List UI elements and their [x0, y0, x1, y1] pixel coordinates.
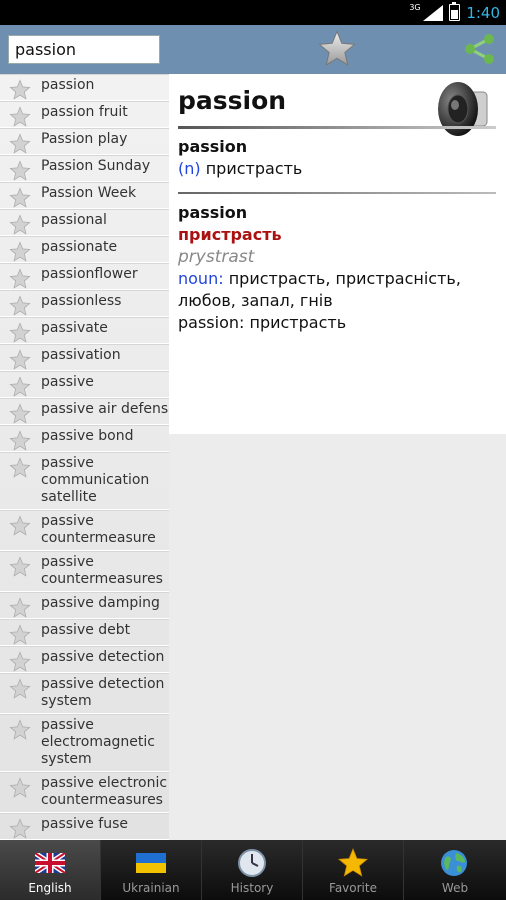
tab-history[interactable]: History — [202, 840, 303, 900]
clock-icon — [238, 849, 266, 877]
entry-word: passion — [178, 203, 248, 222]
divider — [178, 126, 496, 129]
tab-label: Favorite — [329, 881, 377, 895]
tab-favorite[interactable]: Favorite — [303, 840, 404, 900]
quick-translation-text: пристрасть — [205, 159, 303, 178]
search-input[interactable] — [8, 35, 160, 64]
globe-icon — [441, 850, 467, 876]
star-icon — [9, 777, 31, 798]
star-icon — [9, 106, 31, 127]
star-icon — [9, 214, 31, 235]
star-icon — [9, 515, 31, 536]
word-list-item[interactable]: passive communication satellite — [0, 452, 169, 510]
star-icon — [9, 678, 31, 699]
quick-translation-line: (n) пристрасть — [178, 158, 302, 180]
noun-line-1: пристрасть, пристрасність, — [223, 269, 461, 288]
star-icon — [9, 818, 31, 839]
word-list-item[interactable]: Passion play — [0, 128, 169, 155]
tab-english[interactable]: English — [0, 840, 101, 900]
definition-panel: passion passion (n) пристрасть passion п… — [169, 74, 506, 434]
quick-word: passion — [178, 137, 248, 156]
toolbar — [169, 25, 506, 74]
star-icon — [9, 349, 31, 370]
word-list-item[interactable]: passivate — [0, 317, 169, 344]
word-list-item[interactable]: passionate — [0, 236, 169, 263]
star-icon — [337, 847, 369, 877]
speaker-button[interactable] — [431, 78, 493, 140]
word-list-item[interactable]: passive countermeasure — [0, 510, 169, 551]
quick-translation: passion (n) пристрасть — [178, 136, 302, 180]
star-icon — [9, 556, 31, 577]
star-icon — [9, 160, 31, 181]
star-icon — [9, 133, 31, 154]
word-list-item[interactable]: passion — [0, 74, 169, 101]
entry-transliteration: prystrast — [178, 247, 255, 267]
tab-label: History — [230, 881, 274, 895]
tab-label: English — [28, 881, 72, 895]
share-button[interactable] — [462, 33, 496, 65]
status-icons: 3G 1:40 — [409, 2, 500, 23]
word-list-item[interactable]: passive damping — [0, 592, 169, 619]
word-list-item[interactable]: passive detection — [0, 646, 169, 673]
speaker-icon — [438, 82, 488, 136]
noun-line-2: любов, запал, гнів — [178, 291, 333, 310]
word-list-item[interactable]: Passion Sunday — [0, 155, 169, 182]
signal-icon: 3G — [409, 3, 444, 21]
clock-time: 1:40 — [466, 3, 500, 22]
star-icon — [9, 403, 31, 424]
word-list-item[interactable]: passive electromagnetic system — [0, 714, 169, 772]
headword: passion — [178, 86, 287, 115]
share-icon — [465, 34, 494, 64]
word-list-item[interactable]: passive — [0, 371, 169, 398]
tab-label: Ukrainian — [122, 881, 180, 895]
bottom-tab-bar: English Ukrainian History Favorite Web — [0, 840, 506, 900]
word-list-item[interactable]: passive bond — [0, 425, 169, 452]
status-bar: 3G 1:40 — [0, 0, 506, 25]
star-icon — [9, 295, 31, 316]
entry-translation: пристрасть — [178, 225, 282, 244]
battery-icon — [449, 2, 461, 21]
star-icon — [9, 187, 31, 208]
word-list-item[interactable]: passive fuse — [0, 813, 169, 840]
star-icon — [9, 651, 31, 672]
word-list-item[interactable]: passive debt — [0, 619, 169, 646]
word-list-item[interactable]: passional — [0, 209, 169, 236]
tab-ukrainian[interactable]: Ukrainian — [101, 840, 202, 900]
star-icon — [9, 624, 31, 645]
star-icon — [9, 719, 31, 740]
word-list-item[interactable]: passionflower — [0, 263, 169, 290]
favorite-button[interactable] — [317, 29, 357, 69]
star-icon — [318, 30, 356, 67]
word-list-panel: passionpassion fruitPassion playPassion … — [0, 25, 169, 840]
star-icon — [9, 241, 31, 262]
divider — [178, 192, 496, 194]
noun-definition: noun: пристрасть, пристрасність, — [178, 268, 496, 290]
network-type: 3G — [409, 2, 421, 12]
word-list-item[interactable]: passive countermeasures — [0, 551, 169, 592]
star-icon — [9, 430, 31, 451]
word-list: passion passion fruit Passion play Passion … — [0, 74, 169, 840]
uk-flag-icon — [35, 853, 65, 873]
star-icon — [9, 268, 31, 289]
star-icon — [9, 376, 31, 397]
tab-web[interactable]: Web — [404, 840, 506, 900]
star-icon — [9, 597, 31, 618]
star-icon — [9, 322, 31, 343]
quick-pos[interactable]: (n) — [178, 159, 201, 178]
star-icon — [9, 79, 31, 100]
word-list-item[interactable]: passive electronic countermeasures — [0, 772, 169, 813]
noun-pos-label[interactable]: noun: — [178, 269, 224, 288]
word-list-item[interactable]: passion fruit — [0, 101, 169, 128]
ukraine-flag-icon — [136, 853, 166, 873]
search-bar — [0, 25, 169, 74]
tab-label: Web — [441, 881, 469, 895]
word-list-item[interactable]: passive detection system — [0, 673, 169, 714]
phrase-line: passion: пристрасть — [178, 313, 347, 332]
word-list-item[interactable]: passionless — [0, 290, 169, 317]
word-list-item[interactable]: passive air defense — [0, 398, 169, 425]
word-list-item[interactable]: passivation — [0, 344, 169, 371]
word-list-item[interactable]: Passion Week — [0, 182, 169, 209]
full-entry: passion пристрасть prystrast noun: прист… — [178, 202, 496, 334]
star-icon — [9, 457, 31, 478]
